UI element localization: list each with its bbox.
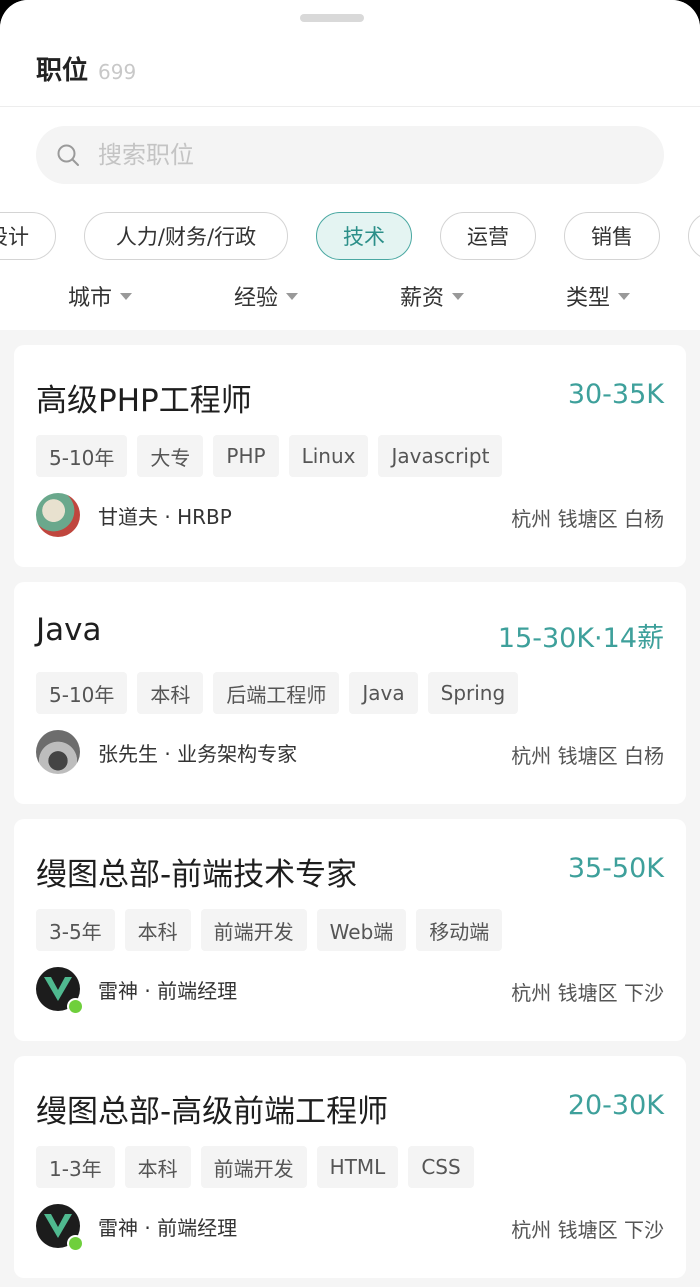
- search-bar[interactable]: [36, 126, 664, 184]
- job-tag: 本科: [124, 909, 191, 951]
- recruiter-name: 雷神 · 前端经理: [98, 978, 238, 1003]
- recruiter-name: 甘道夫 · HRBP: [98, 504, 232, 529]
- job-tag: 5-10年: [36, 672, 128, 714]
- filter-city-label: 城市: [68, 286, 113, 311]
- job-title: 缦图总部-高级前端工程师: [36, 1094, 389, 1130]
- chip-sales[interactable]: 销售: [564, 212, 660, 260]
- job-tag: HTML: [316, 1146, 399, 1188]
- job-card[interactable]: 高级PHP工程师 30-35K 5-10年 大专 PHP Linux Javas…: [14, 345, 686, 567]
- filter-bar: 城市 经验 薪资 类型: [0, 280, 700, 314]
- avatar: [36, 493, 80, 537]
- job-tags: 1-3年 本科 前端开发 HTML CSS: [36, 1146, 474, 1188]
- job-tag: 本科: [124, 1146, 191, 1188]
- filter-experience[interactable]: 经验: [234, 280, 299, 312]
- job-tag: PHP: [213, 435, 279, 477]
- job-tags: 5-10年 大专 PHP Linux Javascript: [36, 435, 503, 477]
- job-title: 高级PHP工程师: [36, 383, 252, 419]
- online-status-icon: [67, 1235, 84, 1252]
- job-count: 699: [98, 60, 137, 84]
- divider: [0, 106, 700, 107]
- job-tags: 3-5年 本科 前端开发 Web端 移动端: [36, 909, 503, 951]
- job-location: 杭州 钱塘区 下沙: [511, 981, 664, 1005]
- job-tag: Linux: [288, 435, 369, 477]
- job-title: Java: [36, 612, 102, 648]
- filter-salary-label: 薪资: [400, 286, 445, 311]
- caret-down-icon: [452, 292, 465, 300]
- job-salary: 15-30K·14薪: [497, 623, 664, 654]
- filter-experience-label: 经验: [234, 286, 279, 311]
- drag-handle[interactable]: [300, 14, 364, 22]
- job-location: 杭州 钱塘区 白杨: [511, 507, 664, 531]
- recruiter-info: 雷神 · 前端经理: [36, 1204, 238, 1252]
- filter-city[interactable]: 城市: [68, 280, 133, 312]
- job-tag: 大专: [137, 435, 204, 477]
- avatar: [36, 967, 84, 1015]
- job-location: 杭州 钱塘区 下沙: [511, 1218, 664, 1242]
- job-salary: 35-50K: [567, 853, 664, 884]
- search-input[interactable]: [98, 141, 598, 169]
- chip-more[interactable]: [688, 212, 700, 260]
- avatar: [36, 730, 80, 774]
- recruiter-info: 雷神 · 前端经理: [36, 967, 238, 1015]
- job-card[interactable]: Java 15-30K·14薪 5-10年 本科 后端工程师 Java Spri…: [14, 582, 686, 804]
- bottom-sheet: 职位 699 设计 人力/财务/行政 技术 运营 销售 城市 经验: [0, 0, 700, 1287]
- caret-down-icon: [618, 292, 631, 300]
- job-card[interactable]: 缦图总部-前端技术专家 35-50K 3-5年 本科 前端开发 Web端 移动端…: [14, 819, 686, 1041]
- job-tag: 1-3年: [36, 1146, 115, 1188]
- chip-tech[interactable]: 技术: [316, 212, 412, 260]
- job-title: 缦图总部-前端技术专家: [36, 857, 358, 893]
- page-title: 职位: [36, 56, 89, 86]
- job-tag: 3-5年: [36, 909, 115, 951]
- job-tag: 本科: [137, 672, 204, 714]
- vue-logo-icon: [44, 977, 72, 1001]
- search-icon: [57, 144, 79, 166]
- job-tag: 前端开发: [200, 1146, 307, 1188]
- job-location: 杭州 钱塘区 白杨: [511, 744, 664, 768]
- job-tag: 5-10年: [36, 435, 128, 477]
- filter-type[interactable]: 类型: [566, 280, 631, 312]
- job-tags: 5-10年 本科 后端工程师 Java Spring: [36, 672, 519, 714]
- header-panel: 职位 699 设计 人力/财务/行政 技术 运营 销售 城市 经验: [0, 0, 700, 330]
- vue-logo-icon: [44, 1214, 72, 1238]
- filter-salary[interactable]: 薪资: [400, 280, 465, 312]
- job-tag: Javascript: [378, 435, 503, 477]
- job-tag: Web端: [316, 909, 407, 951]
- caret-down-icon: [286, 292, 299, 300]
- job-salary: 30-35K: [567, 379, 664, 410]
- recruiter-info: 张先生 · 业务架构专家: [36, 730, 297, 774]
- chip-hr-finance-admin[interactable]: 人力/财务/行政: [84, 212, 288, 260]
- job-tag: Spring: [427, 672, 519, 714]
- recruiter-info: 甘道夫 · HRBP: [36, 493, 232, 537]
- online-status-icon: [67, 998, 84, 1015]
- caret-down-icon: [120, 292, 133, 300]
- category-chips: 设计 人力/财务/行政 技术 运营 销售: [0, 212, 700, 260]
- recruiter-name: 雷神 · 前端经理: [98, 1215, 238, 1240]
- chip-design[interactable]: 设计: [0, 212, 56, 260]
- filter-type-label: 类型: [566, 286, 611, 311]
- job-list: 高级PHP工程师 30-35K 5-10年 大专 PHP Linux Javas…: [14, 345, 686, 1287]
- recruiter-name: 张先生 · 业务架构专家: [98, 741, 298, 766]
- job-tag: 前端开发: [200, 909, 307, 951]
- job-card[interactable]: 缦图总部-高级前端工程师 20-30K 1-3年 本科 前端开发 HTML CS…: [14, 1056, 686, 1278]
- job-tag: CSS: [408, 1146, 474, 1188]
- job-tag: 后端工程师: [213, 672, 340, 714]
- job-tag: Java: [349, 672, 418, 714]
- title-row: 职位 699: [36, 50, 136, 87]
- job-tag: 移动端: [416, 909, 503, 951]
- job-salary: 20-30K: [567, 1090, 664, 1121]
- chip-operations[interactable]: 运营: [440, 212, 536, 260]
- avatar: [36, 1204, 84, 1252]
